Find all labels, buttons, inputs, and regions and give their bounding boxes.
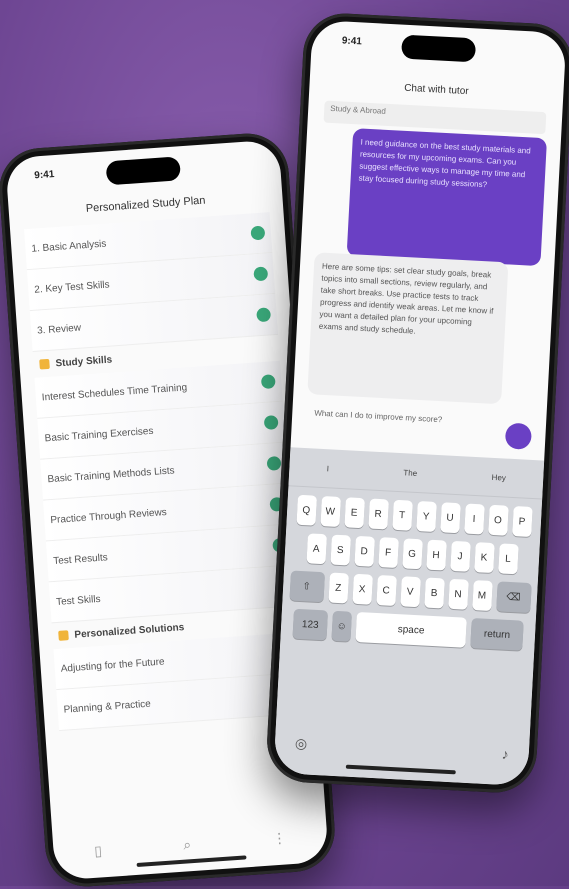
suggestion[interactable]: The	[403, 468, 417, 478]
key-row: 123 ☺ space return	[281, 608, 536, 651]
key[interactable]: J	[449, 540, 471, 572]
keyboard-footer: ◎ ♪	[295, 735, 510, 763]
book-icon[interactable]: ▯	[94, 842, 103, 859]
key[interactable]: N	[447, 578, 469, 610]
dynamic-island	[105, 156, 182, 186]
tutor-message-bubble: Here are some tips: set clear study goal…	[307, 252, 509, 405]
keyboard: I The Hey Q W E R T Y U I O P A S D F G …	[273, 447, 545, 787]
dynamic-island	[401, 34, 477, 63]
key[interactable]: G	[401, 538, 423, 570]
more-icon[interactable]: ⋮	[272, 829, 287, 847]
status-dot-icon	[256, 307, 272, 323]
key[interactable]: H	[425, 539, 447, 571]
key[interactable]: V	[399, 576, 421, 608]
bookmark-icon	[58, 630, 69, 641]
key[interactable]: S	[329, 534, 351, 566]
key[interactable]: O	[487, 504, 509, 536]
key[interactable]: I	[463, 503, 485, 535]
key[interactable]: X	[351, 573, 373, 605]
key[interactable]: Y	[415, 500, 437, 532]
study-plan-list: 1. Basic Analysis 2. Key Test Skills 3. …	[24, 212, 305, 732]
emoji-key[interactable]: ☺	[331, 610, 352, 642]
key[interactable]: F	[377, 537, 399, 569]
star-icon	[39, 358, 50, 370]
key[interactable]: K	[473, 542, 495, 574]
key[interactable]: E	[343, 497, 365, 529]
tab-bar: ▯ ⌕ ⋮	[53, 827, 328, 863]
space-key[interactable]: space	[355, 611, 467, 648]
key[interactable]: T	[391, 499, 413, 531]
key[interactable]: M	[471, 580, 493, 611]
key[interactable]: Q	[295, 494, 317, 526]
key-row: ⇧ Z X C V B N M ⌫	[282, 570, 537, 614]
key[interactable]: A	[305, 533, 327, 565]
status-dot-icon	[250, 225, 266, 241]
suggestion[interactable]: Hey	[491, 472, 506, 482]
chat-title: Chat with tutor	[403, 82, 469, 98]
key[interactable]: L	[497, 543, 519, 575]
key-row: A S D F G H J K L	[284, 532, 539, 575]
key[interactable]: Z	[327, 572, 349, 604]
status-time: 9:41	[341, 35, 363, 48]
key-row: Q W E R T Y U I O P	[286, 494, 541, 537]
user-message-bubble: I need guidance on the best study materi…	[346, 128, 548, 267]
microphone-icon[interactable]: ♪	[501, 746, 509, 763]
chat-phone: 9:41 Chat with tutor Study & Abroad I ne…	[265, 11, 569, 795]
key[interactable]: C	[375, 575, 397, 606]
keyboard-suggestions: I The Hey	[288, 447, 545, 500]
status-dot-icon	[266, 455, 282, 471]
status-dot-icon	[260, 374, 276, 390]
globe-icon[interactable]: ◎	[295, 735, 308, 753]
home-indicator	[136, 855, 247, 867]
shift-key[interactable]: ⇧	[288, 570, 325, 603]
key[interactable]: B	[423, 577, 445, 609]
status-dot-icon	[253, 266, 269, 282]
chat-screen: 9:41 Chat with tutor Study & Abroad I ne…	[273, 19, 567, 787]
suggestion[interactable]: I	[327, 464, 330, 473]
numbers-key[interactable]: 123	[292, 608, 329, 641]
key[interactable]: D	[353, 535, 375, 567]
backspace-key[interactable]: ⌫	[495, 581, 532, 614]
status-dot-icon	[263, 415, 279, 430]
chat-icon[interactable]: ⌕	[183, 836, 192, 854]
return-key[interactable]: return	[470, 618, 524, 651]
send-button[interactable]	[504, 422, 533, 450]
status-time: 9:41	[33, 169, 55, 182]
key[interactable]: P	[511, 506, 533, 537]
key[interactable]: R	[367, 498, 389, 530]
key[interactable]: W	[319, 495, 341, 527]
key[interactable]: U	[439, 502, 461, 534]
message-input[interactable]: What can I do to improve my score?	[309, 404, 497, 452]
